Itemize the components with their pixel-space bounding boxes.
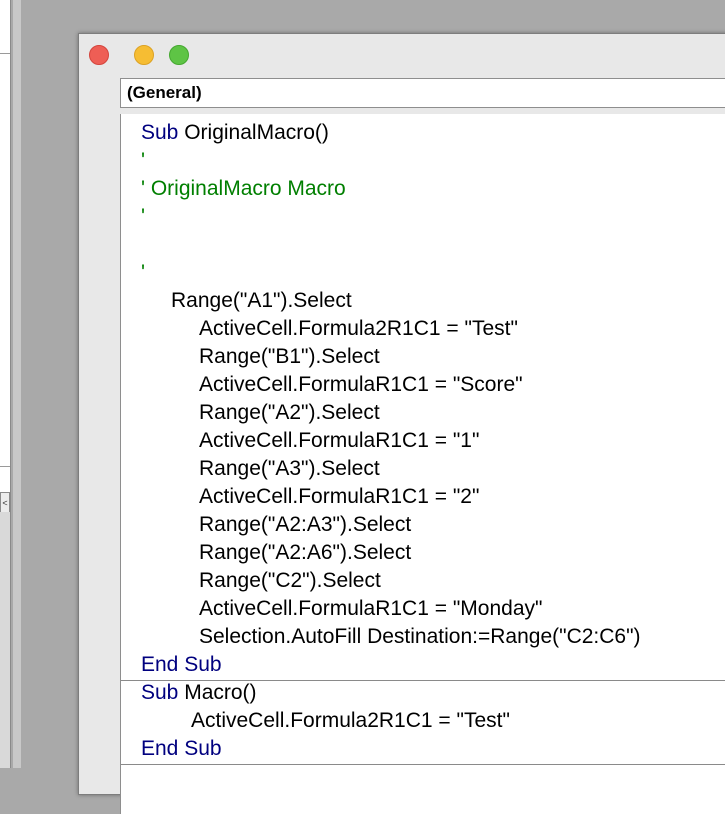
close-window-button[interactable]: [89, 45, 109, 65]
code-line: ActiveCell.FormulaR1C1 = "2": [199, 485, 480, 508]
code-line: Range("A2:A6").Select: [199, 541, 412, 564]
keyword: Sub: [141, 681, 179, 704]
code-line: Range("B1").Select: [199, 345, 380, 368]
comment-line: ': [141, 205, 146, 228]
vba-code-window: (General) Sub OriginalMacro() ' ' Origin…: [78, 33, 725, 814]
window-edge-strip: [13, 0, 21, 768]
end-sub-line: End Sub: [141, 653, 222, 676]
code-line: ActiveCell.FormulaR1C1 = "Score": [199, 373, 523, 396]
procedure-name: OriginalMacro(): [178, 121, 329, 144]
pane-footer: [0, 512, 10, 768]
code-line: Sub Macro(): [141, 679, 257, 707]
comment-line: ' OriginalMacro Macro: [141, 177, 346, 200]
minimize-window-button[interactable]: [134, 45, 154, 65]
code-line: Range("C2").Select: [199, 569, 381, 592]
procedure-name: Macro(): [178, 681, 257, 704]
zoom-window-button[interactable]: [169, 45, 189, 65]
code-line: ActiveCell.Formula2R1C1 = "Test": [191, 709, 510, 732]
code-line: Range("A3").Select: [199, 457, 380, 480]
background-window-pane: <: [0, 0, 11, 768]
code-editor[interactable]: Sub OriginalMacro() ' ' OriginalMacro Ma…: [120, 114, 725, 814]
procedure-separator: [121, 764, 725, 765]
code-line: Range("A2").Select: [199, 401, 380, 424]
comment-line: ': [141, 149, 146, 172]
pane-divider: [0, 53, 10, 54]
code-line: ActiveCell.FormulaR1C1 = "1": [199, 429, 480, 452]
code-line: Sub OriginalMacro(): [141, 119, 329, 147]
object-dropdown[interactable]: (General): [120, 78, 725, 108]
code-line: Range("A1").Select: [171, 289, 352, 312]
scroll-left-arrow-icon[interactable]: <: [0, 492, 10, 514]
end-sub-line: End Sub: [141, 737, 222, 760]
code-line: Range("A2:A3").Select: [199, 513, 412, 536]
code-line: ActiveCell.Formula2R1C1 = "Test": [199, 317, 518, 340]
code-line: Selection.AutoFill Destination:=Range("C…: [199, 625, 641, 648]
code-line: ActiveCell.FormulaR1C1 = "Monday": [199, 597, 543, 620]
keyword: Sub: [141, 121, 179, 144]
pane-divider: [0, 466, 10, 467]
comment-line: ': [141, 261, 146, 284]
title-bar: [79, 34, 725, 78]
